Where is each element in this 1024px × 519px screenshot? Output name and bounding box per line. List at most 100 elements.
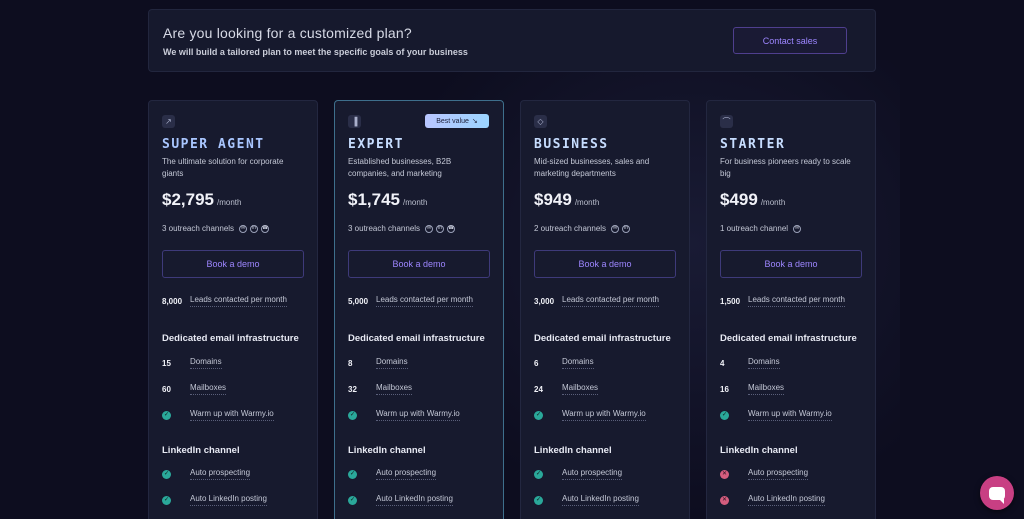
feature-auto-posting: ✕ Auto LinkedIn posting [720, 494, 825, 506]
section-email-infrastructure: Dedicated email infrastructure [720, 333, 857, 344]
auto-posting-label: Auto LinkedIn posting [190, 494, 267, 506]
feature-domains: 4 Domains [720, 357, 780, 369]
auto-prospecting-label: Auto prospecting [190, 468, 251, 480]
warmup-label: Warm up with Warmy.io [190, 409, 274, 421]
linkedin-icon: in [622, 224, 631, 233]
auto-posting-label: Auto LinkedIn posting [748, 494, 825, 506]
plan-card-business: ◇ BUSINESS Mid-sized businesses, sales a… [520, 100, 690, 519]
feature-domains: 15 Domains [162, 357, 222, 369]
price-period: /month [217, 198, 242, 207]
feature-auto-posting: ✓ Auto LinkedIn posting [534, 494, 639, 506]
feature-auto-prospecting: ✓ Auto prospecting [162, 468, 251, 480]
feature-mailboxes: 24 Mailboxes [534, 383, 599, 395]
section-linkedin: LinkedIn channel [162, 445, 240, 456]
section-email-infrastructure: Dedicated email infrastructure [162, 333, 299, 344]
plan-description: For business pioneers ready to scale big [720, 157, 851, 178]
leads-count: 8,000 [162, 296, 183, 306]
phone-icon: ☎ [261, 224, 270, 233]
price-row: $2,795 /month [162, 190, 241, 210]
mailboxes-label: Mailboxes [562, 383, 599, 395]
outreach-channels: 1 outreach channel ✉ [720, 224, 802, 233]
chat-widget-button[interactable] [980, 476, 1014, 510]
phone-icon: ☎ [447, 224, 456, 233]
email-icon: ✉ [239, 224, 248, 233]
cross-icon: ✕ [720, 495, 729, 505]
warmup-label: Warm up with Warmy.io [748, 409, 832, 421]
domains-label: Domains [190, 357, 222, 369]
auto-prospecting-label: Auto prospecting [376, 468, 437, 480]
outreach-channels: 2 outreach channels ✉ in [534, 224, 631, 233]
feature-domains: 8 Domains [348, 357, 408, 369]
book-demo-button[interactable]: Book a demo [534, 250, 676, 278]
domains-count: 8 [348, 358, 353, 368]
auto-posting-label: Auto LinkedIn posting [376, 494, 453, 506]
plan-description: Mid-sized businesses, sales and marketin… [534, 157, 650, 178]
leads-count: 1,500 [720, 296, 741, 306]
feature-auto-posting: ✓ Auto LinkedIn posting [162, 494, 267, 506]
book-demo-button[interactable]: Book a demo [162, 250, 304, 278]
check-icon: ✓ [720, 410, 729, 420]
domains-label: Domains [562, 357, 594, 369]
outreach-label: 3 outreach channels [348, 224, 421, 233]
feature-mailboxes: 32 Mailboxes [348, 383, 413, 395]
contact-sales-button[interactable]: Contact sales [733, 27, 847, 54]
domains-count: 15 [162, 358, 171, 368]
tag-icon: ◇ [534, 115, 547, 128]
email-icon: ✉ [425, 224, 434, 233]
check-icon: ✓ [534, 469, 543, 479]
feature-warmup: ✓ Warm up with Warmy.io [162, 409, 274, 421]
auto-posting-label: Auto LinkedIn posting [562, 494, 639, 506]
check-icon: ✓ [534, 495, 543, 505]
domains-count: 6 [534, 358, 539, 368]
leads-row: 5,000 Leads contacted per month [348, 295, 473, 307]
price-period: /month [574, 198, 600, 207]
plan-name: SUPER AGENT [162, 137, 265, 152]
plan-card-expert: ▐ Best value ↘ EXPERT Established busine… [334, 100, 504, 519]
plan-price: $499 [720, 190, 758, 209]
price-row: $1,745 /month [348, 190, 427, 210]
auto-prospecting-label: Auto prospecting [562, 468, 623, 480]
custom-plan-subtitle: We will build a tailored plan to meet th… [163, 47, 468, 57]
leads-label: Leads contacted per month [748, 295, 845, 307]
plan-price: $949 [534, 190, 572, 209]
outreach-label: 2 outreach channels [534, 224, 607, 233]
warmup-label: Warm up with Warmy.io [562, 409, 646, 421]
feature-mailboxes: 16 Mailboxes [720, 383, 785, 395]
leads-row: 3,000 Leads contacted per month [534, 295, 659, 307]
plan-name: STARTER [720, 137, 786, 152]
linkedin-icon: in [250, 224, 259, 233]
feature-mailboxes: 60 Mailboxes [162, 383, 227, 395]
mailboxes-count: 16 [720, 384, 729, 394]
leads-count: 5,000 [348, 296, 369, 306]
wifi-icon: ⌒ [720, 115, 733, 128]
outreach-label: 3 outreach channels [162, 224, 235, 233]
custom-plan-banner: Are you looking for a customized plan? W… [148, 9, 876, 72]
section-linkedin: LinkedIn channel [348, 445, 426, 456]
mailboxes-label: Mailboxes [376, 383, 413, 395]
email-icon: ✉ [611, 224, 620, 233]
book-demo-button[interactable]: Book a demo [720, 250, 862, 278]
cross-icon: ✕ [720, 469, 729, 479]
domains-label: Domains [376, 357, 408, 369]
bar-chart-icon: ▐ [348, 115, 361, 128]
mailboxes-label: Mailboxes [190, 383, 227, 395]
check-icon: ✓ [162, 469, 171, 479]
price-row: $499 /month [720, 190, 785, 210]
feature-warmup: ✓ Warm up with Warmy.io [348, 409, 460, 421]
outreach-channels: 3 outreach channels ✉ in ☎ [162, 224, 270, 233]
feature-auto-posting: ✓ Auto LinkedIn posting [348, 494, 453, 506]
leads-label: Leads contacted per month [376, 295, 473, 307]
domains-count: 4 [720, 358, 725, 368]
section-linkedin: LinkedIn channel [720, 445, 798, 456]
plan-card-super-agent: ↗ SUPER AGENT The ultimate solution for … [148, 100, 318, 519]
feature-warmup: ✓ Warm up with Warmy.io [534, 409, 646, 421]
outreach-channels: 3 outreach channels ✉ in ☎ [348, 224, 456, 233]
plan-price: $2,795 [162, 190, 214, 209]
section-email-infrastructure: Dedicated email infrastructure [534, 333, 671, 344]
custom-plan-title: Are you looking for a customized plan? [163, 25, 412, 41]
feature-auto-prospecting: ✓ Auto prospecting [534, 468, 623, 480]
book-demo-button[interactable]: Book a demo [348, 250, 490, 278]
best-value-badge: Best value ↘ [425, 114, 489, 128]
feature-warmup: ✓ Warm up with Warmy.io [720, 409, 832, 421]
badge-label: Best value [436, 117, 469, 125]
